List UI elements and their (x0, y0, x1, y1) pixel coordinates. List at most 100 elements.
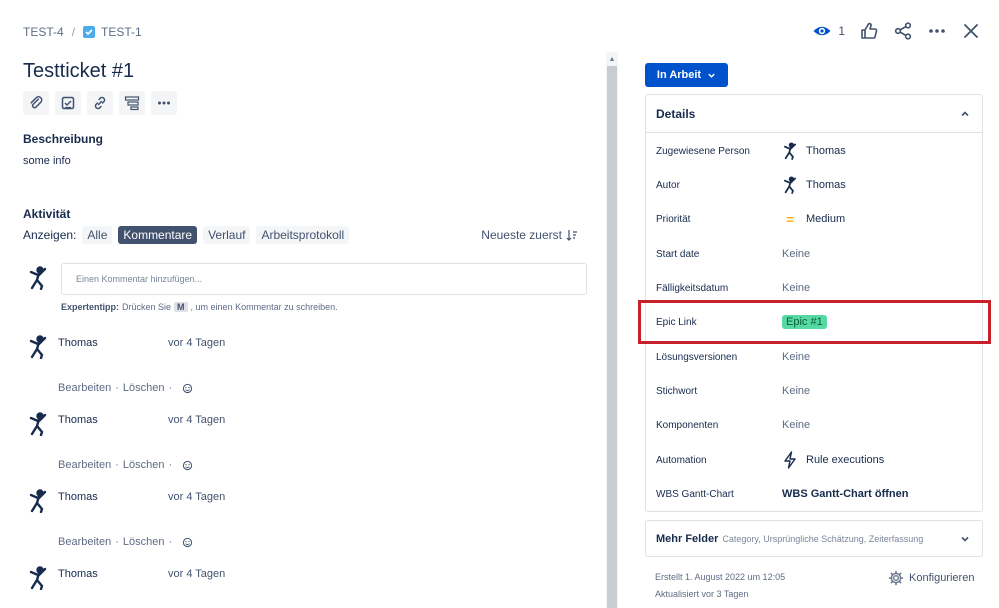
comment-author[interactable]: Thomas (58, 568, 98, 580)
user-avatar-icon (29, 266, 47, 291)
description-text[interactable]: some info (23, 155, 71, 167)
components-value[interactable]: Keine (782, 419, 810, 431)
issue-main-panel: TEST-4 / TEST-1 Testticket #1 Beschreibu… (0, 0, 600, 608)
field-label: Zugewiesene Person (656, 145, 750, 157)
issue-toolbar (23, 91, 177, 115)
field-start-date: Start date Keine (656, 244, 976, 264)
created-date: Erstellt 1. August 2022 um 12:05 (655, 572, 786, 582)
avatar (27, 266, 49, 291)
user-avatar-icon (29, 489, 47, 514)
comment-author[interactable]: Thomas (58, 414, 98, 426)
delete-comment-button[interactable]: Löschen (123, 536, 165, 548)
comment-author[interactable]: Thomas (58, 337, 98, 349)
scrollbar-thumb[interactable] (607, 66, 617, 608)
tip-pre: Drücken Sie (122, 302, 172, 312)
configure-label: Konfigurieren (909, 572, 975, 584)
reporter-value[interactable]: Thomas (782, 176, 846, 194)
delete-comment-button[interactable]: Löschen (123, 382, 165, 394)
field-label: Komponenten (656, 419, 719, 431)
automation-label: Rule executions (806, 454, 885, 466)
description-label: Beschreibung (23, 132, 104, 146)
separator-dot: · (115, 459, 119, 471)
tip-bold: Expertentipp: (61, 302, 120, 312)
more-actions-button[interactable] (927, 21, 947, 41)
epic-link-highlight-box (638, 300, 991, 344)
eye-icon (813, 26, 831, 36)
separator-dot: · (168, 536, 173, 548)
updated-date: Aktualisiert vor 3 Tagen (655, 589, 749, 599)
add-reaction-icon[interactable] (182, 383, 193, 394)
edit-comment-button[interactable]: Bearbeiten (58, 459, 111, 471)
issue-title[interactable]: Testticket #1 (23, 60, 134, 83)
priority-medium-icon: = (786, 211, 794, 227)
filter-worklog[interactable]: Arbeitsprotokoll (256, 226, 350, 244)
open-wbs-gantt-link[interactable]: WBS Gantt-Chart öffnen (782, 488, 908, 500)
field-label: Automation (656, 454, 707, 466)
gantt-icon (124, 96, 140, 111)
configure-button[interactable]: Konfigurieren (888, 570, 974, 586)
field-reporter: Autor Thomas (656, 175, 976, 195)
breadcrumb-current-item[interactable]: TEST-1 (83, 25, 142, 39)
thumbs-up-icon (861, 22, 878, 39)
attach-button[interactable] (23, 91, 49, 115)
comment-input[interactable]: Einen Kommentar hinzufügen... (61, 263, 587, 295)
field-label: Stichwort (656, 385, 698, 397)
close-button[interactable] (961, 21, 981, 41)
field-fix-versions: Lösungsversionen Keine (656, 347, 976, 367)
comment-time: vor 4 Tagen (168, 491, 226, 503)
comment-author[interactable]: Thomas (58, 491, 98, 503)
avatar (27, 489, 49, 514)
scroll-up-arrow-icon[interactable]: ▲ (607, 54, 617, 64)
start-date-value[interactable]: Keine (782, 248, 810, 260)
activity-label: Aktivität (23, 207, 71, 221)
share-button[interactable] (893, 21, 913, 41)
tip-post: , um einen Kommentar zu schreiben. (190, 302, 338, 312)
more-fields-title: Mehr Felder (656, 532, 719, 545)
labels-value[interactable]: Keine (782, 385, 810, 397)
filter-comments[interactable]: Kommentare (118, 226, 198, 244)
field-label: WBS Gantt-Chart (656, 488, 734, 500)
field-label: Fälligkeitsdatum (656, 282, 729, 294)
gear-icon (888, 570, 904, 586)
sort-button[interactable]: Neueste zuerst (481, 228, 578, 242)
status-dropdown-button[interactable]: In Arbeit (645, 63, 728, 87)
user-avatar-icon (784, 176, 796, 194)
status-label: In Arbeit (656, 69, 702, 81)
wbs-gantt-button[interactable] (119, 91, 145, 115)
comment-actions: Bearbeiten · Löschen · (58, 536, 193, 548)
link-issue-button[interactable] (87, 91, 113, 115)
due-date-value[interactable]: Keine (782, 282, 810, 294)
filter-history[interactable]: Verlauf (203, 226, 251, 244)
checklist-icon (61, 96, 75, 110)
filter-all[interactable]: Alle (82, 226, 113, 244)
add-child-issue-button[interactable] (55, 91, 81, 115)
like-button[interactable] (859, 21, 879, 41)
comment-tip: Expertentipp: Drücken Sie M , um einen K… (61, 302, 338, 312)
edit-comment-button[interactable]: Bearbeiten (58, 382, 111, 394)
comment-time: vor 4 Tagen (168, 414, 226, 426)
delete-comment-button[interactable]: Löschen (123, 459, 165, 471)
more-fields-panel[interactable]: Mehr Felder Category, Ursprüngliche Schä… (645, 520, 983, 557)
header-actions: 1 (812, 21, 981, 41)
chevron-down-icon (708, 73, 715, 78)
comment-time: vor 4 Tagen (168, 337, 226, 349)
chevron-down-icon (961, 536, 969, 542)
watch-count: 1 (838, 24, 845, 38)
automation-value[interactable]: Rule executions (782, 451, 884, 469)
watch-button[interactable]: 1 (812, 21, 845, 41)
breadcrumb-parent[interactable]: TEST-4 (23, 25, 64, 39)
add-reaction-icon[interactable] (182, 537, 193, 548)
fix-versions-value[interactable]: Keine (782, 351, 810, 363)
separator-dot: · (168, 459, 173, 471)
assignee-name: Thomas (806, 145, 846, 157)
close-icon (964, 24, 978, 38)
add-reaction-icon[interactable] (182, 460, 193, 471)
more-toolbar-button[interactable] (151, 91, 177, 115)
edit-comment-button[interactable]: Bearbeiten (58, 536, 111, 548)
sort-label: Neueste zuerst (481, 228, 562, 242)
separator-dot: · (168, 382, 173, 394)
assignee-value[interactable]: Thomas (782, 142, 846, 160)
priority-value[interactable]: = Medium (782, 212, 845, 227)
details-header[interactable]: Details (646, 95, 982, 133)
task-type-icon (83, 26, 96, 38)
